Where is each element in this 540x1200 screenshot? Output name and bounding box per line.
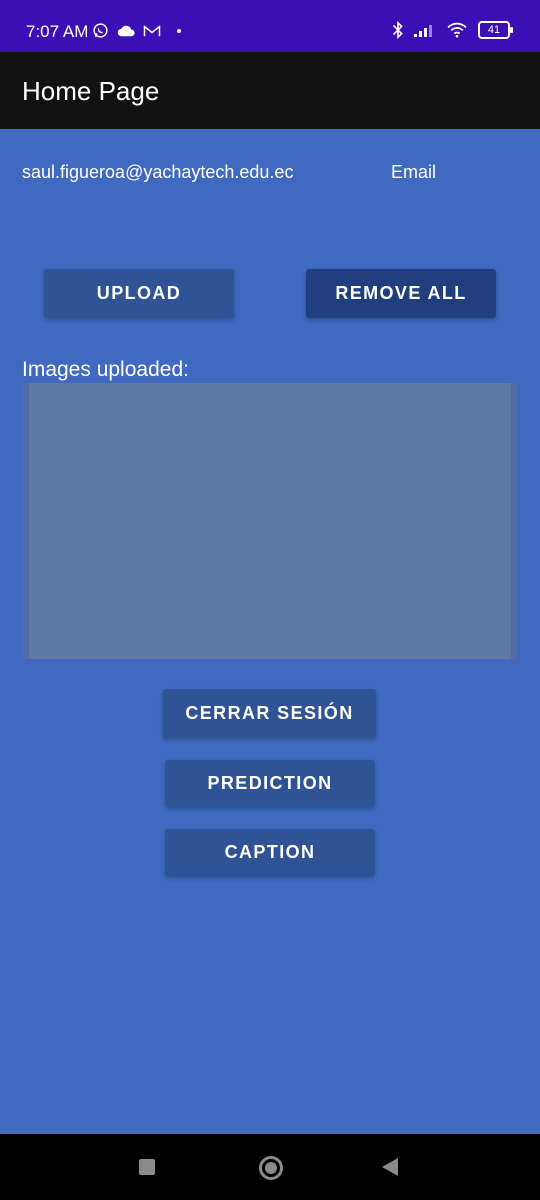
- bluetooth-icon: [392, 21, 403, 39]
- recent-apps-icon[interactable]: [139, 1159, 155, 1175]
- back-icon[interactable]: [382, 1158, 398, 1176]
- email-label: Email: [391, 162, 437, 182]
- status-time: 7:07 AM: [26, 22, 89, 41]
- system-icons: 41: [392, 21, 513, 39]
- user-email: saul.figueroa@yachaytech.edu.ec: [22, 162, 294, 182]
- images-uploaded-list[interactable]: [23, 383, 517, 659]
- dot-icon: [177, 28, 181, 33]
- cloud-icon: [117, 25, 135, 36]
- battery-icon: 41: [478, 21, 513, 39]
- status-bar: 7:07 AM 41: [0, 0, 540, 52]
- gmail-icon: [143, 24, 161, 36]
- upload-button[interactable]: UPLOAD: [44, 269, 234, 318]
- images-uploaded-label: Images uploaded:: [22, 358, 189, 381]
- app-bar: Home Page: [0, 52, 540, 129]
- prediction-button[interactable]: PREDICTION: [165, 760, 375, 807]
- wifi-icon: [447, 22, 467, 38]
- remove-all-button[interactable]: REMOVE ALL: [306, 269, 496, 318]
- home-icon[interactable]: [259, 1156, 283, 1180]
- notification-icons: [92, 22, 181, 39]
- signal-icon: [414, 25, 432, 37]
- caption-button[interactable]: CAPTION: [165, 829, 375, 876]
- page-title: Home Page: [22, 76, 160, 106]
- whatsapp-icon: [93, 23, 108, 38]
- navigation-bar: [0, 1134, 540, 1200]
- logout-button[interactable]: CERRAR SESIÓN: [163, 689, 376, 738]
